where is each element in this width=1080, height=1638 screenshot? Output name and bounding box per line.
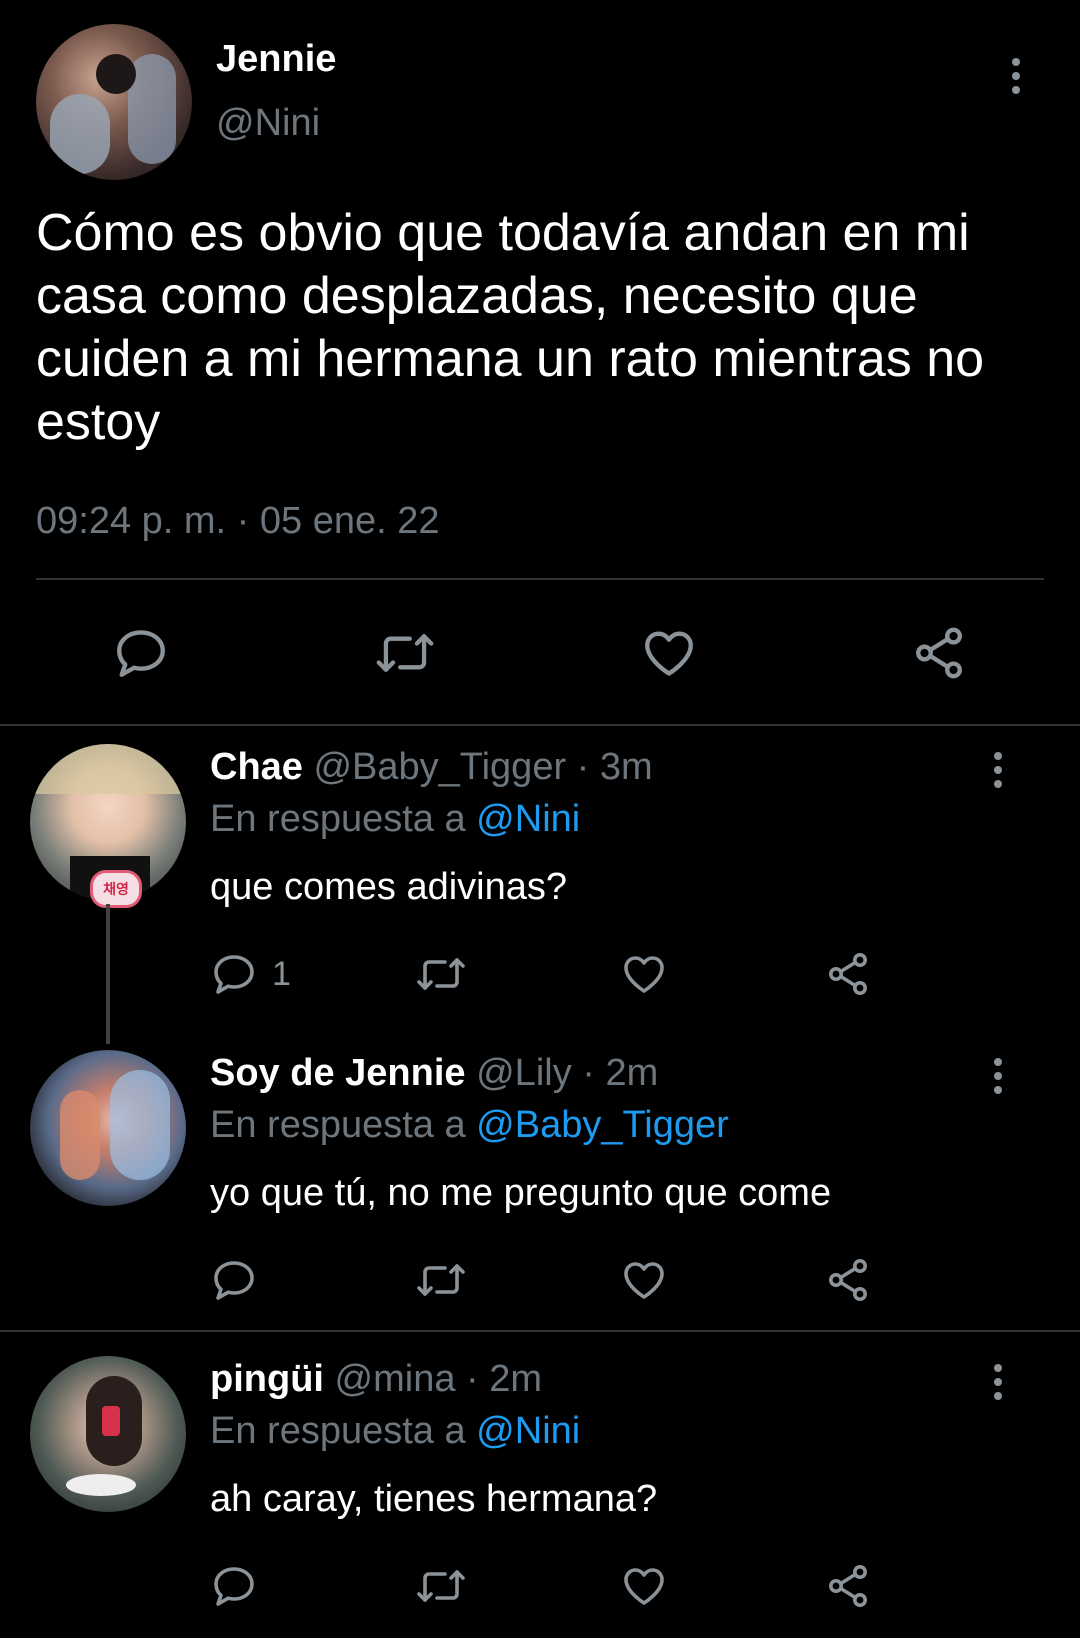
author-display-name[interactable]: Jennie: [216, 38, 336, 81]
reply-icon: [117, 630, 165, 677]
retweet-button[interactable]: [414, 1256, 468, 1304]
like-icon: [624, 1568, 664, 1605]
section-divider: [0, 1330, 1080, 1332]
retweet-icon: [417, 1264, 465, 1296]
share-icon: [829, 953, 867, 995]
reply-text: que comes adivinas?: [210, 866, 567, 908]
share-button[interactable]: [824, 1256, 872, 1304]
reply-handle-time[interactable]: @mina · 2m: [335, 1358, 543, 1400]
replying-to-link[interactable]: @Nini: [476, 798, 580, 840]
reply-icon: [214, 1261, 254, 1300]
like-icon: [624, 1262, 664, 1299]
like-icon: [624, 956, 664, 993]
reply-icon: [214, 1567, 254, 1606]
replying-to: En respuesta a @Baby_Tigger: [210, 1104, 729, 1147]
share-icon: [829, 1565, 867, 1607]
reply-button[interactable]: [210, 1562, 258, 1610]
reply-header: Soy de Jennie @Lily · 2m: [210, 1052, 658, 1095]
retweet-button[interactable]: [414, 950, 468, 998]
retweet-button[interactable]: [414, 1562, 468, 1610]
retweet-icon: [417, 958, 465, 990]
avatar-lily[interactable]: [30, 1050, 186, 1206]
more-options-icon[interactable]: [1010, 58, 1022, 94]
reply-display-name[interactable]: Chae: [210, 746, 303, 788]
more-options-icon[interactable]: [992, 752, 1004, 788]
share-button[interactable]: [910, 624, 968, 682]
reply-text: ah caray, tienes hermana?: [210, 1478, 658, 1520]
avatar-mina[interactable]: [30, 1356, 186, 1512]
retweet-icon: [417, 1570, 465, 1602]
reply-icon: [214, 955, 254, 994]
replying-to: En respuesta a @Nini: [210, 798, 580, 841]
share-button[interactable]: [824, 950, 872, 998]
more-options-icon[interactable]: [992, 1364, 1004, 1400]
like-icon: [645, 631, 693, 676]
tweet-timestamp: 09:24 p. m. · 05 ene. 22: [36, 500, 440, 542]
tweet-text: Cómo es obvio que todavía andan en mi ca…: [36, 204, 985, 451]
like-button[interactable]: [640, 624, 698, 682]
share-icon: [916, 627, 962, 679]
author-handle[interactable]: @Nini: [216, 102, 320, 145]
share-button[interactable]: [824, 1562, 872, 1610]
retweet-icon: [376, 634, 434, 672]
more-options-icon[interactable]: [992, 1058, 1004, 1094]
retweet-button[interactable]: [374, 624, 436, 682]
reply-display-name[interactable]: pingüi: [210, 1358, 324, 1400]
reply-handle-time[interactable]: @Lily · 2m: [476, 1052, 658, 1094]
timestamp-divider: [36, 578, 1044, 580]
reply-button[interactable]: [112, 624, 170, 682]
reply-text: yo que tú, no me pregunto que come: [210, 1172, 832, 1214]
reply-display-name[interactable]: Soy de Jennie: [210, 1052, 466, 1094]
reply-button[interactable]: [210, 1256, 258, 1304]
reply-handle-time[interactable]: @Baby_Tigger · 3m: [313, 746, 652, 788]
section-divider: [0, 724, 1080, 726]
replying-to-label: En respuesta a: [210, 798, 466, 840]
replying-to-label: En respuesta a: [210, 1104, 466, 1146]
replying-to-link[interactable]: @Baby_Tigger: [476, 1104, 729, 1146]
reply-header: pingüi @mina · 2m: [210, 1358, 542, 1401]
like-button[interactable]: [620, 1562, 668, 1610]
thread-line: [106, 904, 110, 1044]
share-icon: [829, 1259, 867, 1301]
reply-button[interactable]: 1: [210, 950, 291, 998]
replying-to-label: En respuesta a: [210, 1410, 466, 1452]
replying-to: En respuesta a @Nini: [210, 1410, 580, 1453]
reply-header: Chae @Baby_Tigger · 3m: [210, 746, 653, 789]
replying-to-link[interactable]: @Nini: [476, 1410, 580, 1452]
reply-count: 1: [272, 954, 291, 993]
like-button[interactable]: [620, 950, 668, 998]
avatar-badge: 채영: [90, 870, 142, 908]
like-button[interactable]: [620, 1256, 668, 1304]
avatar-jennie[interactable]: [36, 24, 192, 180]
